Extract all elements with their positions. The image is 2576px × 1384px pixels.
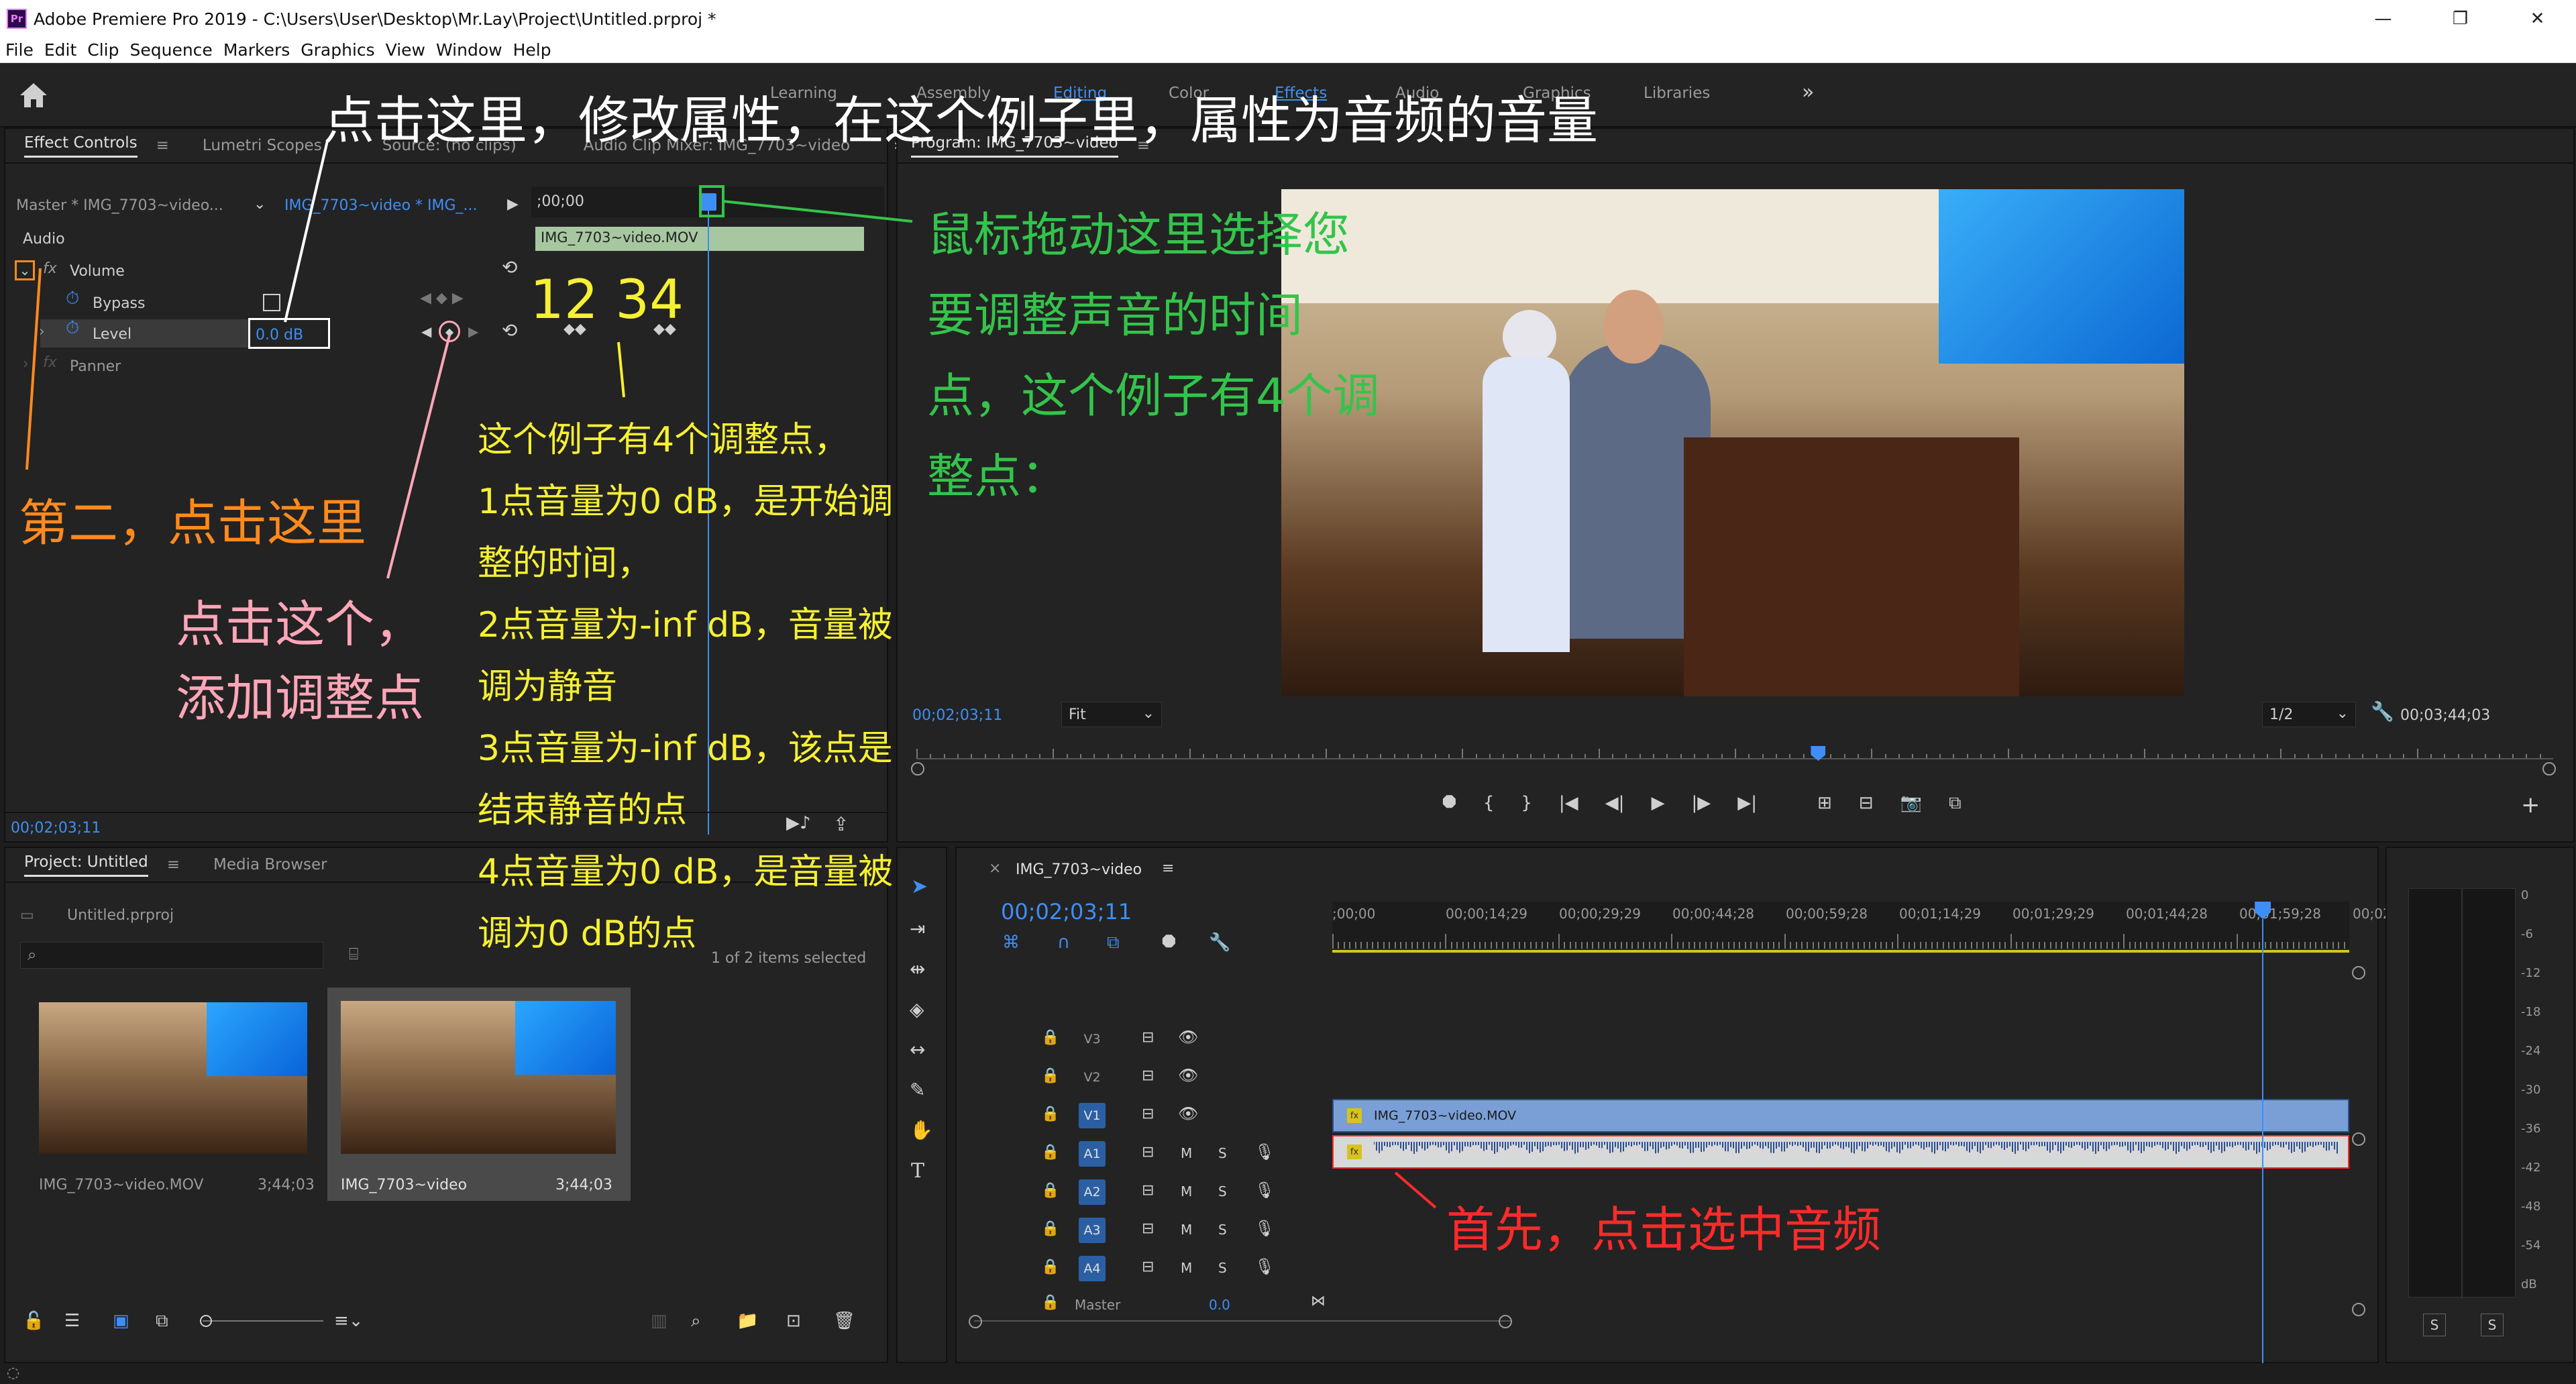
annotation-keyframe-numbers: 12 34 (530, 268, 684, 331)
annotation-yellow-7: 结束静音的点 (478, 790, 688, 831)
annotation-yellow-9: 调为0 dB的点 (478, 914, 697, 954)
annotation-yellow-8: 4点音量为0 dB，是音量被 (478, 852, 894, 892)
annotation-yellow-4: 2点音量为-inf dB，音量被 (478, 605, 893, 645)
annotation-green-3: 点，这个例子有4个调 (927, 368, 1380, 423)
annotation-green-2: 要调整声音的时间 (927, 288, 1303, 343)
annotation-yellow-5: 调为静音 (478, 667, 618, 707)
annotation-orange: 第二，点击这里 (19, 494, 366, 552)
annotation-yellow-1: 这个例子有4个调整点， (478, 420, 849, 460)
annotation-pink-1: 点击这个， (176, 596, 424, 653)
annotation-yellow-2: 1点音量为0 dB，是开始调 (478, 482, 894, 522)
annotation-yellow-3: 整的时间， (478, 543, 653, 584)
annotation-pink-2: 添加调整点 (176, 670, 424, 727)
annotation-top: 点击这里，修改属性，在这个例子里，属性为音频的音量 (323, 91, 1598, 150)
annotation-yellow-6: 3点音量为-inf dB，该点是 (478, 729, 893, 769)
annotation-green-1: 鼠标拖动这里选择您 (927, 207, 1350, 262)
annotation-green-4: 整点： (927, 449, 1068, 504)
annotation-red: 首先，点击选中音频 (1446, 1202, 1882, 1258)
